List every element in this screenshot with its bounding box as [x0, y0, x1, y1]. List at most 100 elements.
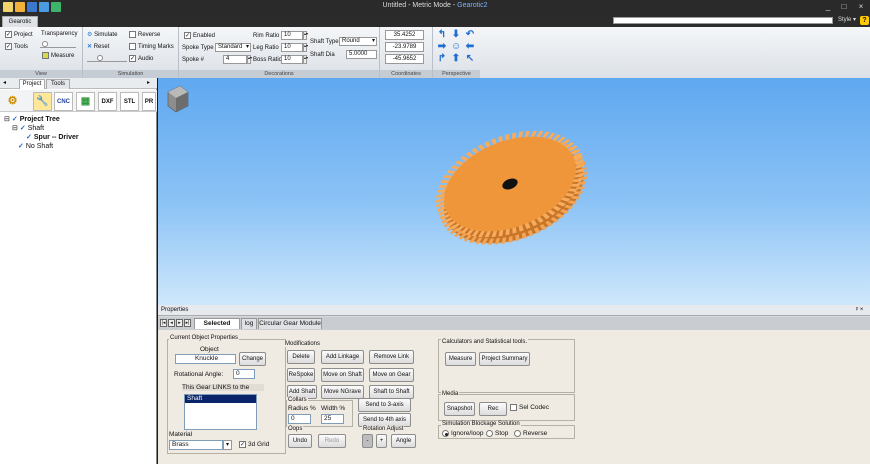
material-dropdown-icon[interactable]: ▾ — [223, 440, 232, 450]
tab-tools[interactable]: Tools — [46, 79, 70, 89]
move-on-shaft-button[interactable]: Move on Shaft — [321, 368, 364, 382]
last-tab-icon[interactable]: ▸| — [184, 319, 191, 327]
3d-grid-toggle[interactable]: ✓ 3d Grid — [239, 441, 269, 448]
tab-log[interactable]: log — [241, 318, 257, 329]
spoke-type-select[interactable]: Standard — [215, 43, 251, 52]
project-summary-button[interactable]: Project Summary — [479, 352, 530, 366]
spur-gear-model[interactable] — [425, 115, 598, 263]
redo-button[interactable]: Redo — [318, 434, 346, 448]
grid-tool-icon[interactable]: ▦ — [76, 92, 95, 111]
rotate-down-right-icon[interactable]: ↖ — [465, 54, 475, 64]
enabled-checkbox[interactable]: ✓ — [184, 32, 191, 39]
sel-codec-toggle[interactable]: Sel Codec — [510, 404, 549, 411]
radius-input[interactable]: 0 — [288, 414, 311, 424]
sel-codec-checkbox[interactable] — [510, 404, 517, 411]
reverse-radio-dot[interactable] — [514, 430, 521, 437]
tree-root[interactable]: ⊟ ✓ Project Tree — [4, 115, 60, 123]
gear-tool-icon[interactable]: ⚙ — [3, 92, 22, 111]
timing-marks-checkbox[interactable] — [129, 43, 136, 50]
rotate-plus-button[interactable]: + — [376, 434, 387, 448]
help-icon[interactable]: ? — [860, 16, 869, 25]
maximize-button[interactable]: □ — [838, 1, 850, 13]
change-button[interactable]: Change — [239, 352, 266, 366]
project-checkbox[interactable]: ✓ — [5, 31, 12, 38]
simulate-button[interactable]: ⚙ Simulate — [87, 31, 117, 38]
style-selector[interactable] — [613, 17, 833, 24]
3d-viewport[interactable] — [158, 78, 870, 305]
send-to-3-axis-button[interactable]: Send to 3-axis — [358, 398, 411, 412]
ignore-loop-radio[interactable]: Ignore/loop — [442, 430, 484, 437]
style-label[interactable]: Style ▾ — [838, 16, 856, 23]
boss-ratio-stepper[interactable]: ▴▾ — [303, 55, 308, 64]
rim-ratio-input[interactable]: 10 — [281, 31, 303, 40]
tools-checkbox[interactable]: ✓ — [5, 43, 12, 50]
rotate-down-left-icon[interactable]: ↱ — [437, 54, 447, 64]
send-to-4th-axis-button[interactable]: Send to 4th axis — [358, 413, 411, 427]
add-linkage-button[interactable]: Add Linkage — [321, 350, 364, 364]
pin-icon[interactable]: ᵖ × — [856, 305, 863, 315]
measure-toggle[interactable]: Measure — [42, 52, 74, 59]
reset-button[interactable]: ✕ Reset — [87, 43, 109, 50]
stop-radio[interactable]: Stop — [486, 430, 508, 437]
tab-project[interactable]: Project — [19, 79, 45, 89]
stop-radio-dot[interactable] — [486, 430, 493, 437]
speed-slider-handle[interactable] — [97, 55, 103, 61]
spoke-num-stepper[interactable]: ▴▾ — [247, 55, 252, 64]
reverse-checkbox[interactable] — [129, 31, 136, 38]
snapshot-button[interactable]: Snapshot — [444, 402, 475, 416]
remove-link-button[interactable]: Remove Link — [369, 350, 414, 364]
shaft-dia-input[interactable]: 5.0000 — [346, 50, 377, 59]
wrench-tool-icon[interactable]: 🔧 — [33, 92, 52, 111]
shaft-to-shaft-button[interactable]: Shaft to Shaft — [369, 385, 414, 399]
width-input[interactable]: 25 — [321, 414, 344, 424]
panel-scroll-right-icon[interactable]: ▸ — [147, 79, 150, 86]
dxf-tool-icon[interactable]: DXF — [98, 92, 117, 111]
shaft-type-select[interactable]: Round — [339, 37, 377, 46]
tree-item-shaft[interactable]: ⊟ ✓ Shaft — [12, 124, 44, 132]
tree-item-no-shaft[interactable]: ✓ No Shaft — [18, 142, 53, 150]
list-item[interactable]: Shaft — [185, 395, 256, 403]
speed-slider[interactable] — [87, 54, 127, 62]
rotate-minus-button[interactable]: - — [362, 434, 373, 448]
tab-circular-gear-module[interactable]: Circular Gear Module — [258, 318, 322, 329]
transparency-slider[interactable] — [40, 40, 76, 48]
close-button[interactable]: × — [855, 1, 867, 13]
undo-button[interactable]: Undo — [288, 434, 312, 448]
panel-scroll-left-icon[interactable]: ◂ — [3, 79, 6, 86]
next-tab-icon[interactable]: ▸ — [176, 319, 183, 327]
prev-tab-icon[interactable]: ◂ — [168, 319, 175, 327]
audio-toggle[interactable]: ✓ Audio — [129, 55, 153, 62]
collapse-icon[interactable]: ⊟ — [12, 125, 20, 132]
first-tab-icon[interactable]: |◂ — [160, 319, 167, 327]
minimize-button[interactable]: _ — [822, 1, 834, 13]
viewport-canvas[interactable] — [158, 78, 870, 305]
rim-ratio-stepper[interactable]: ▴▾ — [303, 31, 308, 40]
collapse-icon[interactable]: ⊟ — [4, 116, 12, 123]
move-ngrave-button[interactable]: Move NGrave — [321, 385, 364, 399]
ignore-loop-radio-dot[interactable] — [442, 430, 449, 437]
cnc-tool-icon[interactable]: CNC — [54, 92, 73, 111]
leg-ratio-stepper[interactable]: ▴▾ — [303, 43, 308, 52]
tab-selected-props[interactable]: Selected Props — [194, 318, 240, 337]
reverse-toggle[interactable]: Reverse — [129, 31, 160, 38]
measure-button[interactable]: Measure — [445, 352, 476, 366]
pan-left-icon[interactable]: ⬅ — [465, 42, 475, 52]
material-select[interactable]: Brass — [169, 440, 223, 450]
delete-button[interactable]: Delete — [287, 350, 315, 364]
links-list[interactable]: Shaft — [184, 394, 257, 430]
leg-ratio-input[interactable]: 10 — [281, 43, 303, 52]
view-cube-icon[interactable] — [167, 85, 189, 113]
stl-tool-icon[interactable]: STL — [120, 92, 139, 111]
reset-view-icon[interactable]: ☺ — [451, 42, 461, 52]
rotational-angle-input[interactable]: 0 — [233, 369, 255, 379]
object-input[interactable]: Knuckle — [175, 354, 236, 364]
rec-button[interactable]: Rec — [479, 402, 507, 416]
tree-item-spur[interactable]: ✓ Spur -- Driver — [26, 133, 79, 141]
reverse-radio[interactable]: Reverse — [514, 430, 547, 437]
audio-checkbox[interactable]: ✓ — [129, 55, 136, 62]
move-on-gear-button[interactable]: Move on Gear — [369, 368, 414, 382]
rotate-up-left-icon[interactable]: ↰ — [437, 30, 447, 40]
enabled-toggle[interactable]: ✓ Enabled — [184, 32, 215, 39]
slider-handle[interactable] — [42, 41, 48, 47]
angle-button[interactable]: Angle — [391, 434, 416, 448]
